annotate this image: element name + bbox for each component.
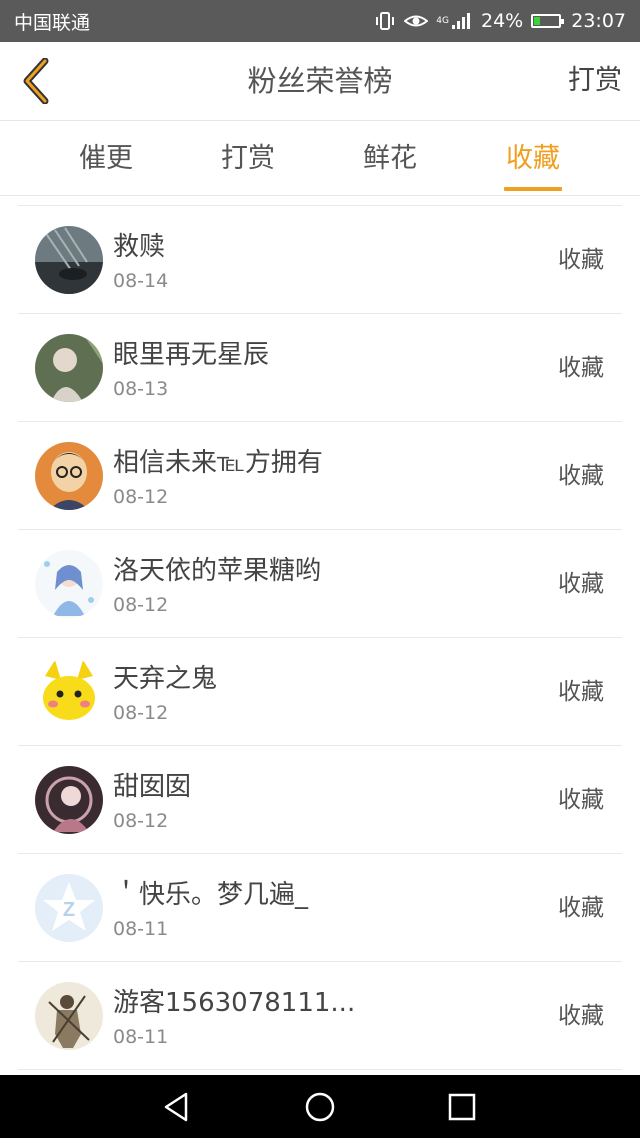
row-action-label: 收藏: [558, 679, 604, 705]
signal-icon: 4G: [436, 12, 473, 30]
back-triangle-icon[interactable]: [160, 1089, 196, 1125]
tab-label: 收藏: [506, 143, 560, 174]
avatar: [35, 982, 103, 1050]
fan-name: 眼里再无星辰: [113, 340, 270, 370]
tab-urge[interactable]: 催更: [46, 121, 166, 195]
fan-date: 08-14: [113, 270, 169, 292]
fan-name: ＇快乐。梦几遍_: [113, 880, 309, 910]
avatar: Z: [35, 874, 103, 942]
tab-label: 鲜花: [363, 143, 417, 174]
list-item[interactable]: 天弃之鬼 08-12 收藏: [18, 638, 622, 746]
chevron-left-icon: [23, 58, 49, 104]
row-action-label: 收藏: [558, 355, 604, 381]
status-bar: 中国联通 4G 24% 23:07: [0, 0, 640, 42]
battery-level: [534, 17, 541, 25]
fan-date: 08-11: [113, 1026, 169, 1048]
list-item[interactable]: 救赎 08-14 收藏: [18, 206, 622, 314]
avatar: [35, 226, 103, 294]
list-item[interactable]: 洛天依的苹果糖哟 08-12 收藏: [18, 530, 622, 638]
fan-name: 相信未来℡方拥有: [113, 448, 323, 478]
header-bar: 粉丝荣誉榜 打赏: [0, 42, 640, 121]
recents-square-icon[interactable]: [444, 1089, 480, 1125]
avatar: [35, 334, 103, 402]
row-action-label: 收藏: [558, 571, 604, 597]
tab-reward[interactable]: 打赏: [188, 121, 308, 195]
row-action-label: 收藏: [558, 895, 604, 921]
eye-icon: [404, 12, 429, 30]
list-item[interactable]: 游客1563078111... 08-11 收藏: [18, 962, 622, 1070]
reward-button[interactable]: 打赏: [568, 42, 622, 120]
tab-flowers[interactable]: 鲜花: [330, 121, 450, 195]
list-item[interactable]: 相信未来℡方拥有 08-12 收藏: [18, 422, 622, 530]
fan-date: 08-13: [113, 378, 169, 400]
fan-date: 08-12: [113, 594, 169, 616]
row-action-label: 收藏: [558, 247, 604, 273]
network-type: 4G: [436, 15, 449, 26]
active-tab-indicator: [504, 187, 562, 191]
avatar: [35, 766, 103, 834]
vibrate-icon: [374, 11, 396, 31]
avatar: [35, 442, 103, 510]
fan-name: 洛天依的苹果糖哟: [113, 556, 322, 586]
fan-name: 甜囡囡: [113, 772, 192, 802]
list-item[interactable]: 眼里再无星辰 08-13 收藏: [18, 314, 622, 422]
fan-list: 救赎 08-14 收藏 眼里再无星辰 08-13 收藏 相信未来℡方拥有 08-…: [18, 205, 622, 1076]
fan-date: 08-12: [113, 486, 169, 508]
avatar: [35, 550, 103, 618]
tab-bar: 催更 打赏 鲜花 收藏: [0, 121, 640, 196]
list-item[interactable]: 甜囡囡 08-12 收藏: [18, 746, 622, 854]
svg-text:Z: Z: [63, 899, 75, 921]
system-nav-bar: [0, 1075, 640, 1138]
battery-icon: [531, 14, 565, 28]
row-action-label: 收藏: [558, 463, 604, 489]
fan-date: 08-12: [113, 702, 169, 724]
clock: 23:07: [571, 10, 626, 32]
tab-favorites[interactable]: 收藏: [473, 121, 593, 195]
tab-label: 打赏: [221, 143, 275, 174]
fan-date: 08-11: [113, 918, 169, 940]
fan-name: 救赎: [113, 232, 166, 262]
fan-name: 天弃之鬼: [113, 664, 218, 694]
battery-percent: 24%: [481, 10, 524, 32]
row-action-label: 收藏: [558, 787, 604, 813]
back-button[interactable]: [14, 56, 58, 106]
tab-label: 催更: [79, 143, 133, 174]
status-icons: 4G 24% 23:07: [374, 10, 626, 32]
fan-date: 08-12: [113, 810, 169, 832]
list-item[interactable]: Z ＇快乐。梦几遍_ 08-11 收藏: [18, 854, 622, 962]
carrier-label: 中国联通: [14, 11, 91, 34]
row-action-label: 收藏: [558, 1003, 604, 1029]
page-title: 粉丝荣誉榜: [247, 64, 393, 98]
home-circle-icon[interactable]: [302, 1089, 338, 1125]
fan-name: 游客1563078111...: [113, 988, 356, 1018]
avatar: [35, 658, 103, 726]
